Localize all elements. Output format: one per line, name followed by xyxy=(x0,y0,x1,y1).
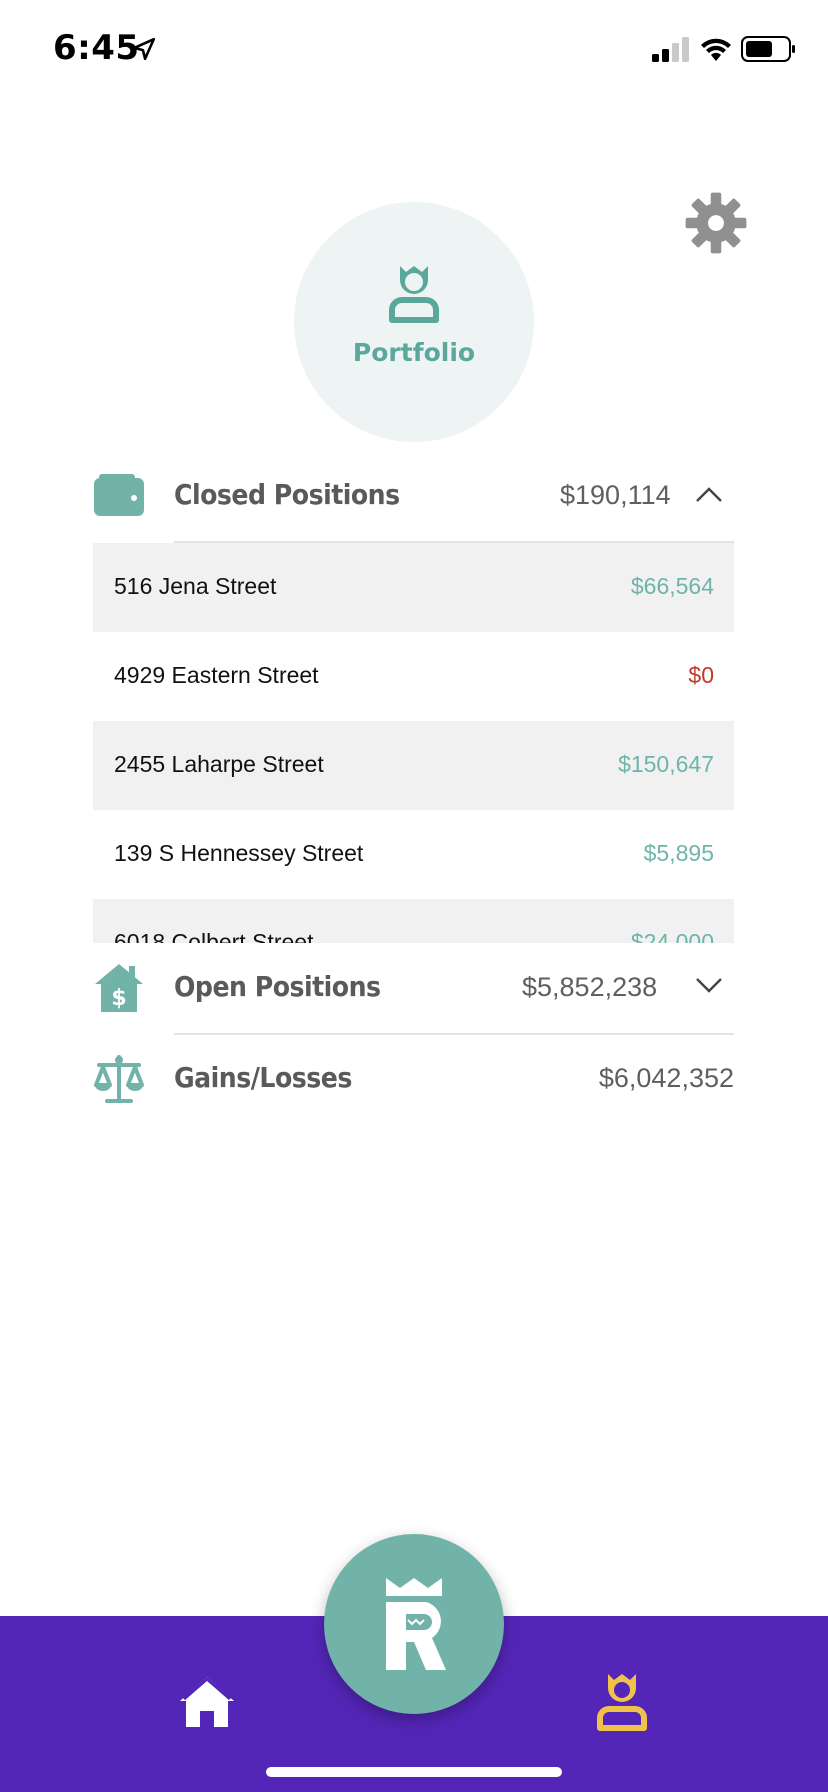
chevron-up-icon[interactable] xyxy=(694,484,724,504)
closed-positions-list[interactable]: 516 Jena Street $66,564 4929 Eastern Str… xyxy=(93,543,734,943)
crowned-person-icon[interactable] xyxy=(594,1672,650,1732)
house-dollar-icon: $ xyxy=(95,964,143,1012)
crowned-r-logo-icon xyxy=(386,1578,446,1670)
wifi-icon xyxy=(701,38,731,61)
property-value: $5,895 xyxy=(643,840,714,866)
property-name: 4929 Eastern Street xyxy=(114,662,319,688)
property-name: 139 S Hennessey Street xyxy=(114,840,364,866)
open-positions-title: Open Positions xyxy=(174,970,381,1003)
list-item[interactable]: 4929 Eastern Street $0 xyxy=(93,632,734,721)
property-value: $0 xyxy=(688,662,714,688)
open-positions-value: $5,852,238 xyxy=(522,972,658,1002)
property-name: 516 Jena Street xyxy=(114,573,277,599)
portfolio-avatar[interactable]: Portfolio xyxy=(294,202,534,442)
property-name: 6018 Colbert Street xyxy=(114,929,314,943)
gear-icon[interactable] xyxy=(683,190,749,256)
list-item[interactable]: 139 S Hennessey Street $5,895 xyxy=(93,810,734,899)
battery-icon xyxy=(741,36,795,62)
home-indicator xyxy=(266,1767,562,1777)
cellular-signal-icon xyxy=(652,37,689,62)
wallet-icon xyxy=(94,474,144,516)
list-item[interactable]: 516 Jena Street $66,564 xyxy=(93,543,734,632)
property-value: $24,000 xyxy=(630,929,714,943)
gains-losses-value: $6,042,352 xyxy=(598,1063,734,1093)
gains-losses-row[interactable]: Gains/Losses $6,042,352 xyxy=(93,1039,734,1119)
property-value: $66,564 xyxy=(630,573,714,599)
location-arrow-icon xyxy=(132,37,156,61)
status-time: 6:45 xyxy=(53,28,140,68)
closed-positions-value: $190,114 xyxy=(560,480,671,510)
crowned-person-icon xyxy=(389,266,439,323)
property-value: $150,647 xyxy=(618,751,714,777)
scales-icon xyxy=(94,1055,144,1103)
center-logo-button[interactable] xyxy=(324,1534,504,1714)
closed-positions-title: Closed Positions xyxy=(174,478,400,511)
svg-text:$: $ xyxy=(111,986,126,1011)
gains-losses-title: Gains/Losses xyxy=(174,1061,352,1094)
closed-positions-header[interactable]: Closed Positions $190,114 xyxy=(93,456,734,536)
list-item[interactable]: 6018 Colbert Street $24,000 xyxy=(93,899,734,943)
status-bar: 6:45 xyxy=(0,0,828,100)
home-icon[interactable] xyxy=(178,1675,236,1729)
divider xyxy=(174,1033,734,1035)
chevron-down-icon[interactable] xyxy=(694,976,724,996)
open-positions-header[interactable]: $ Open Positions $5,852,238 xyxy=(93,948,734,1028)
portfolio-label: Portfolio xyxy=(352,338,476,367)
property-name: 2455 Laharpe Street xyxy=(114,751,324,777)
list-item[interactable]: 2455 Laharpe Street $150,647 xyxy=(93,721,734,810)
